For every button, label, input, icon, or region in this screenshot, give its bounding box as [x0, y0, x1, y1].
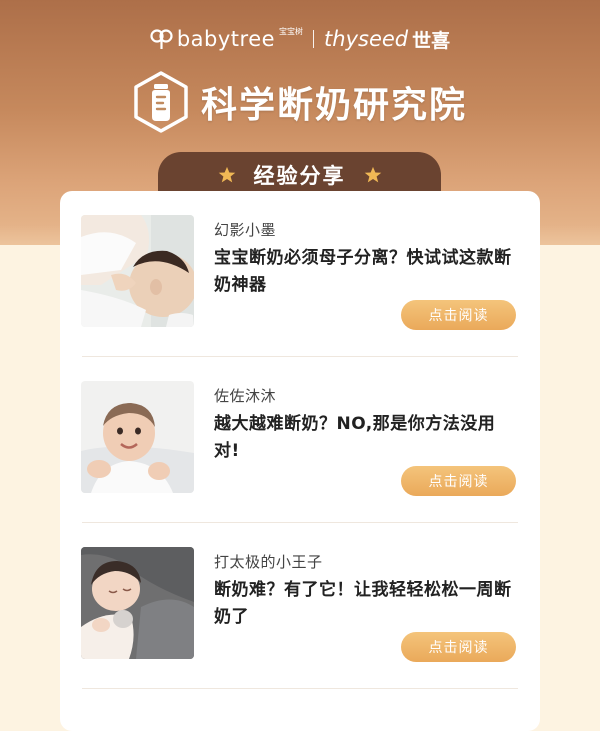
thyseed-logo: thyseed 世喜 — [324, 26, 450, 53]
article-thumbnail[interactable] — [81, 381, 194, 493]
article-item[interactable]: 佐佐沐沐 越大越难断奶？NO,那是你方法没用对! 点击阅读 — [60, 357, 540, 523]
nursing-baby-image — [81, 215, 194, 327]
article-author: 幻影小墨 — [214, 221, 277, 239]
babytree-mark-icon — [150, 29, 173, 49]
star-icon — [364, 166, 381, 183]
baby-bottle-icon — [134, 71, 188, 133]
section-title: 经验分享 — [253, 164, 346, 188]
read-button[interactable]: 点击阅读 — [401, 300, 516, 330]
article-thumbnail[interactable] — [81, 547, 194, 659]
sleeping-baby-image — [81, 547, 194, 659]
read-button[interactable]: 点击阅读 — [401, 632, 516, 662]
thyseed-wordmark: thyseed — [324, 27, 409, 51]
page-title: 科学断奶研究院 — [200, 85, 467, 126]
babytree-wordmark: babytree — [176, 27, 276, 51]
title-row: 科学断奶研究院 — [0, 70, 600, 134]
divider — [82, 688, 518, 689]
thyseed-cn-label: 世喜 — [412, 29, 451, 52]
article-headline[interactable]: 宝宝断奶必须母子分离？快试试这款断奶神器 — [214, 245, 520, 299]
babytree-logo: babytree 宝宝树 — [150, 27, 303, 51]
article-item[interactable]: 打太极的小王子 断奶难？有了它！让我轻轻松松一周断奶了 点击阅读 — [60, 523, 540, 689]
star-icon — [218, 166, 235, 183]
article-author: 佐佐沐沐 — [214, 387, 277, 405]
article-headline[interactable]: 越大越难断奶？NO,那是你方法没用对! — [214, 411, 520, 465]
smiling-baby-image — [81, 381, 194, 493]
article-item[interactable]: 幻影小墨 宝宝断奶必须母子分离？快试试这款断奶神器 点击阅读 — [60, 191, 540, 357]
article-author: 打太极的小王子 — [214, 553, 323, 571]
babytree-cn-label: 宝宝树 — [279, 26, 304, 36]
article-thumbnail[interactable] — [81, 215, 194, 327]
brand-bar: babytree 宝宝树 thyseed 世喜 — [0, 26, 600, 52]
article-list-card: 幻影小墨 宝宝断奶必须母子分离？快试试这款断奶神器 点击阅读 佐佐沐沐 越大越难… — [60, 191, 540, 731]
brand-divider — [313, 30, 315, 48]
article-headline[interactable]: 断奶难？有了它！让我轻轻松松一周断奶了 — [214, 577, 520, 631]
read-button[interactable]: 点击阅读 — [401, 466, 516, 496]
